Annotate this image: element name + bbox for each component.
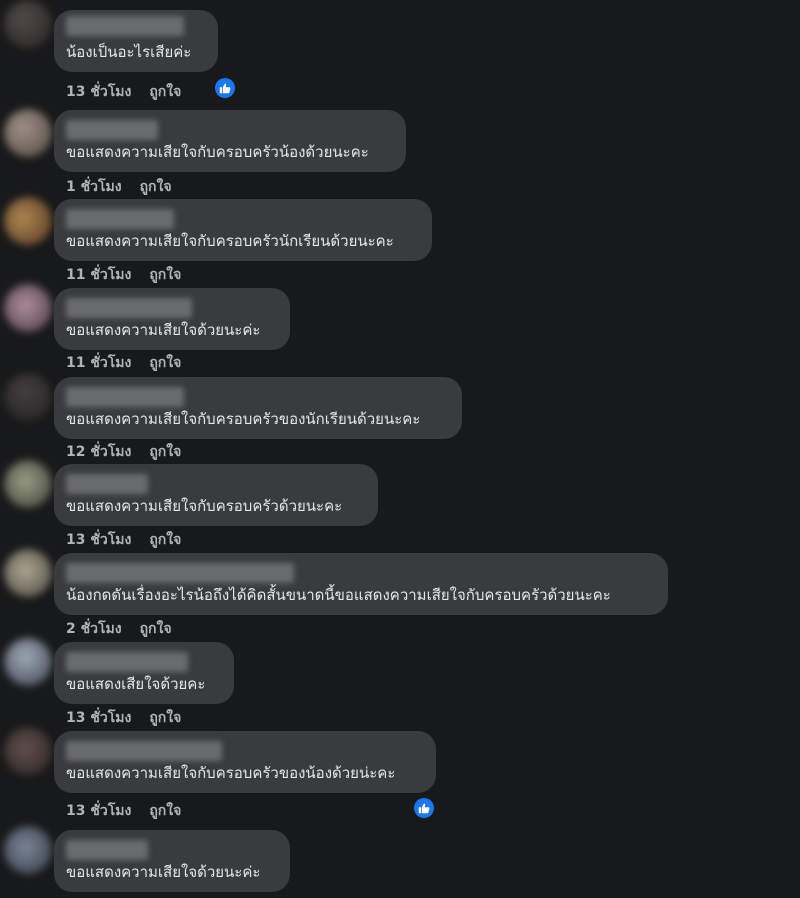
comment-text: ขอแสดงเสียใจด้วยคะ	[66, 675, 206, 693]
comment-meta: 12 ชั่วโมง ถูกใจ	[66, 441, 181, 463]
comment-bubble: ขอแสดงความเสียใจกับครอบครัวน้องด้วยนะคะ	[54, 110, 406, 172]
commenter-name[interactable]	[66, 474, 148, 494]
comment-text: ขอแสดงความเสียใจด้วยนะค่ะ	[66, 321, 261, 339]
like-button[interactable]: ถูกใจ	[140, 179, 172, 195]
comment-timestamp[interactable]: 2 ชั่วโมง	[66, 621, 122, 637]
like-button[interactable]: ถูกใจ	[140, 621, 172, 637]
comment-timestamp[interactable]: 11 ชั่วโมง	[66, 355, 131, 371]
like-button[interactable]: ถูกใจ	[149, 710, 181, 726]
comment-timestamp[interactable]: 12 ชั่วโมง	[66, 444, 131, 460]
comment-text: ขอแสดงความเสียใจกับครอบครัวนักเรียนด้วยน…	[66, 232, 394, 250]
commenter-name[interactable]	[66, 840, 148, 860]
comment-timestamp[interactable]: 1 ชั่วโมง	[66, 179, 122, 195]
avatar[interactable]	[4, 284, 52, 332]
avatar[interactable]	[4, 549, 52, 597]
like-button[interactable]: ถูกใจ	[149, 84, 181, 100]
like-reaction-icon[interactable]	[414, 798, 434, 818]
comment-meta: 13 ชั่วโมง ถูกใจ	[66, 707, 181, 729]
like-reaction-icon[interactable]	[215, 78, 235, 98]
comment-bubble: ขอแสดงความเสียใจด้วยนะค่ะ	[54, 830, 290, 892]
commenter-name[interactable]	[66, 209, 174, 229]
comment-meta: 1 ชั่วโมง ถูกใจ	[66, 176, 172, 198]
comment-timestamp[interactable]: 11 ชั่วโมง	[66, 267, 131, 283]
commenter-name[interactable]	[66, 741, 222, 761]
comment-text: ขอแสดงความเสียใจกับครอบครัวของนักเรียนด้…	[66, 410, 421, 428]
commenter-name[interactable]	[66, 16, 184, 36]
comment-meta: 13 ชั่วโมง ถูกใจ	[66, 81, 181, 103]
comment-text: น้องกดดันเรื่องอะไรน้อถึงได้คิดสั้นขนาดน…	[66, 586, 611, 604]
comment-timestamp[interactable]: 13 ชั่วโมง	[66, 532, 131, 548]
avatar[interactable]	[4, 373, 52, 421]
avatar[interactable]	[4, 0, 52, 48]
comment-bubble: น้องกดดันเรื่องอะไรน้อถึงได้คิดสั้นขนาดน…	[54, 553, 668, 615]
like-button[interactable]: ถูกใจ	[149, 444, 181, 460]
comment-text: ขอแสดงความเสียใจกับครอบครัวของน้องด้วยน่…	[66, 764, 396, 782]
avatar[interactable]	[4, 109, 52, 157]
comment-meta: 11 ชั่วโมง ถูกใจ	[66, 264, 181, 286]
avatar[interactable]	[4, 638, 52, 686]
comment-text: ขอแสดงความเสียใจกับครอบครัวด้วยนะคะ	[66, 497, 343, 515]
like-button[interactable]: ถูกใจ	[149, 803, 181, 819]
avatar[interactable]	[4, 460, 52, 508]
avatar[interactable]	[4, 727, 52, 775]
comment-text: ขอแสดงความเสียใจด้วยนะค่ะ	[66, 863, 261, 881]
commenter-name[interactable]	[66, 652, 188, 672]
comment-bubble: ขอแสดงเสียใจด้วยคะ	[54, 642, 234, 704]
avatar[interactable]	[4, 826, 52, 874]
thumbs-up-icon	[219, 83, 231, 94]
comment-bubble: ขอแสดงความเสียใจกับครอบครัวของนักเรียนด้…	[54, 377, 462, 439]
commenter-name[interactable]	[66, 563, 294, 583]
commenter-name[interactable]	[66, 120, 158, 140]
comment-bubble: ขอแสดงความเสียใจกับครอบครัวด้วยนะคะ	[54, 464, 378, 526]
comment-meta: 2 ชั่วโมง ถูกใจ	[66, 618, 172, 640]
comment-text: น้องเป็นอะไรเสียค่ะ	[66, 43, 192, 61]
like-button[interactable]: ถูกใจ	[149, 267, 181, 283]
comment-meta: 13 ชั่วโมง ถูกใจ	[66, 800, 181, 822]
commenter-name[interactable]	[66, 387, 184, 407]
avatar[interactable]	[4, 197, 52, 245]
comment-timestamp[interactable]: 13 ชั่วโมง	[66, 84, 131, 100]
like-button[interactable]: ถูกใจ	[149, 355, 181, 371]
comment-bubble: น้องเป็นอะไรเสียค่ะ	[54, 10, 218, 72]
comment-timestamp[interactable]: 13 ชั่วโมง	[66, 710, 131, 726]
comment-bubble: ขอแสดงความเสียใจกับครอบครัวของน้องด้วยน่…	[54, 731, 436, 793]
comment-meta: 11 ชั่วโมง ถูกใจ	[66, 352, 181, 374]
comment-bubble: ขอแสดงความเสียใจด้วยนะค่ะ	[54, 288, 290, 350]
commenter-name[interactable]	[66, 298, 192, 318]
comment-bubble: ขอแสดงความเสียใจกับครอบครัวนักเรียนด้วยน…	[54, 199, 432, 261]
thumbs-up-icon	[418, 803, 430, 814]
comment-timestamp[interactable]: 13 ชั่วโมง	[66, 803, 131, 819]
comment-text: ขอแสดงความเสียใจกับครอบครัวน้องด้วยนะคะ	[66, 143, 369, 161]
like-button[interactable]: ถูกใจ	[149, 532, 181, 548]
comment-meta: 13 ชั่วโมง ถูกใจ	[66, 529, 181, 551]
